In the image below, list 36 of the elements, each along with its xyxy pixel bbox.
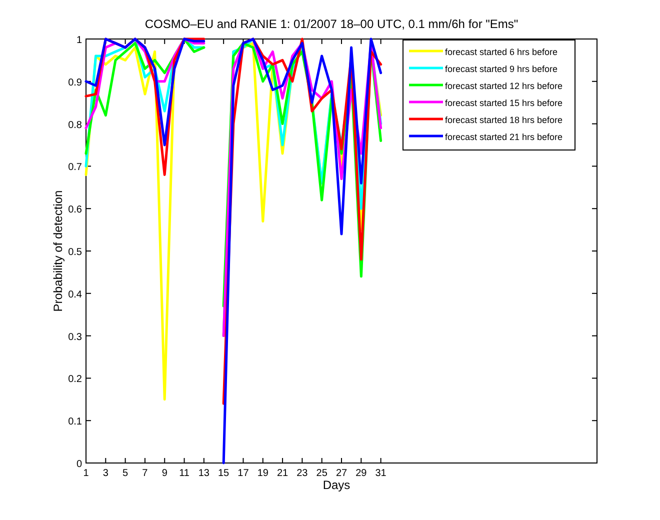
x-tick-label: 29 <box>356 468 367 479</box>
chart-title: COSMO–EU and RANIE 1: 01/2007 18–00 UTC, 0.1 mm/6h for "Ems" <box>144 17 518 31</box>
y-tick-label: 0.3 <box>68 332 82 343</box>
y-tick-label: 0.8 <box>68 120 82 131</box>
x-tick-label: 1 <box>83 468 89 479</box>
y-tick-label: 0.2 <box>68 374 82 386</box>
x-tick-label: 25 <box>316 468 328 479</box>
y-tick-label: 0 <box>76 459 82 470</box>
y-tick-label: 0.7 <box>68 162 82 174</box>
x-tick-label: 17 <box>238 468 249 479</box>
x-tick-label: 11 <box>179 468 190 479</box>
x-tick-label: 21 <box>276 468 288 479</box>
y-tick-label: 0.1 <box>68 416 82 428</box>
legend-label: forecast started 9 hrs before <box>445 64 558 74</box>
y-tick-label: 1 <box>76 35 82 46</box>
x-tick-label: 31 <box>375 468 386 479</box>
legend-label: forecast started 15 hrs before <box>445 98 563 108</box>
x-tick-label: 19 <box>257 468 268 479</box>
legend-label: forecast started 18 hrs before <box>445 115 563 125</box>
legend-label: forecast started 6 hrs before <box>445 47 558 57</box>
y-tick-label: 0.6 <box>68 204 82 216</box>
x-tick-label: 5 <box>122 468 128 479</box>
x-tick-label: 27 <box>336 468 348 479</box>
x-axis-label: Days <box>322 478 350 492</box>
x-tick-label: 9 <box>162 468 168 479</box>
y-tick-label: 0.9 <box>68 77 82 88</box>
y-tick-label: 0.5 <box>68 247 82 258</box>
legend-label: forecast started 12 hrs before <box>445 81 563 91</box>
x-tick-label: 23 <box>296 468 308 479</box>
x-tick-label: 13 <box>198 468 210 479</box>
x-tick-label: 15 <box>218 468 230 479</box>
y-tick-label: 0.4 <box>68 289 82 300</box>
x-tick-label: 3 <box>102 468 108 479</box>
x-tick-label: 7 <box>142 468 148 479</box>
legend-label: forecast started 21 hrs before <box>445 132 563 142</box>
y-axis-label: Probability of detection <box>51 190 65 312</box>
